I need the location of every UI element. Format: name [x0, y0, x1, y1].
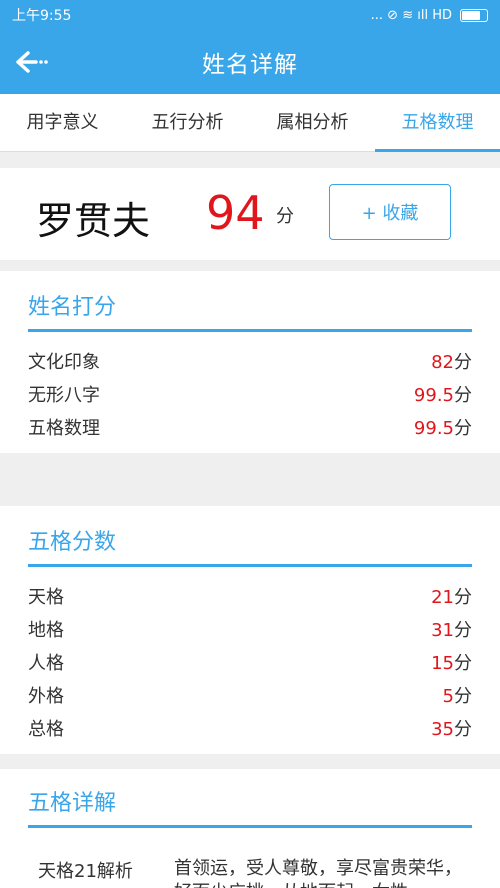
section-title: 姓名打分	[28, 295, 117, 320]
page-title: 姓名详解	[202, 52, 298, 78]
back-arrow-icon	[16, 51, 48, 73]
score-row: 五格数理 99.5分	[28, 414, 472, 440]
tab-five-elements[interactable]: 五行分析	[125, 94, 250, 151]
grid-row-value: 21分	[431, 587, 472, 608]
five-grid-detail-section: 五格详解 天格21解析 首领运，受人尊敬，享尽富贵荣华，好而少广桃，从地而起，女…	[0, 769, 500, 888]
score-row-value: 82分	[431, 352, 472, 373]
section-divider	[28, 564, 472, 567]
grid-row-value: 5分	[442, 686, 472, 707]
score-row-label: 文化印象	[28, 352, 100, 373]
score-row-label: 五格数理	[28, 418, 100, 439]
grid-row-value: 15分	[431, 653, 472, 674]
score-row-label: 无形八字	[28, 385, 100, 406]
app-bar: 姓名详解	[0, 30, 500, 94]
section-divider	[28, 825, 472, 828]
detail-item: 天格21解析 首领运，受人尊敬，享尽富贵荣华，好而少广桃，从地而起，女性	[38, 857, 468, 888]
name-score-section: 姓名打分 文化印象 82分 无形八字 99.5分 五格数理 99.5分	[0, 271, 500, 453]
score-row-value: 99.5分	[413, 418, 472, 439]
section-divider	[28, 329, 472, 332]
name-score-card: 罗贯夫 94 分 + 收藏	[0, 168, 500, 260]
grid-row: 人格 15分	[28, 649, 472, 675]
detail-item-text: 首领运，受人尊敬，享尽富贵荣华，好而少广桃，从地而起，女性	[174, 858, 462, 888]
grid-row-label: 天格	[28, 587, 64, 608]
status-icons: ... ⊘ ≋ ıll HD	[371, 8, 488, 23]
grid-row-label: 外格	[28, 686, 64, 707]
grid-row-value: 35分	[431, 719, 472, 740]
favorite-button-label: + 收藏	[361, 203, 419, 224]
status-time: 上午9:55	[12, 8, 72, 24]
total-score: 94	[206, 186, 265, 240]
five-grid-score-section: 五格分数 天格 21分 地格 31分 人格 15分 外格 5分 总格 35分	[0, 506, 500, 754]
detail-item-label: 天格21解析	[38, 861, 133, 882]
grid-row-label: 总格	[28, 719, 64, 740]
tab-character-meaning[interactable]: 用字意义	[0, 94, 125, 151]
score-row-value: 99.5分	[413, 385, 472, 406]
status-bar: 上午9:55 ... ⊘ ≋ ıll HD	[0, 0, 500, 30]
score-row: 无形八字 99.5分	[28, 381, 472, 407]
battery-icon	[460, 8, 488, 22]
tab-zodiac-analysis[interactable]: 属相分析	[250, 94, 375, 151]
grid-row-label: 地格	[28, 620, 64, 641]
favorite-button[interactable]: + 收藏	[329, 184, 451, 240]
grid-row: 地格 31分	[28, 616, 472, 642]
grid-row: 天格 21分	[28, 583, 472, 609]
name-text: 罗贯夫	[36, 199, 151, 243]
grid-row: 外格 5分	[28, 682, 472, 708]
grid-row: 总格 35分	[28, 715, 472, 741]
tab-bar: 用字意义 五行分析 属相分析 五格数理	[0, 94, 500, 152]
back-button[interactable]	[14, 46, 54, 78]
tab-five-grid-numerology[interactable]: 五格数理	[375, 94, 500, 152]
grid-row-value: 31分	[431, 620, 472, 641]
section-title: 五格详解	[28, 791, 117, 816]
section-title: 五格分数	[28, 530, 117, 555]
status-icons-text: ... ⊘ ≋ ıll HD	[370, 7, 452, 23]
score-unit: 分	[276, 206, 294, 227]
grid-row-label: 人格	[28, 653, 64, 674]
score-row: 文化印象 82分	[28, 348, 472, 374]
